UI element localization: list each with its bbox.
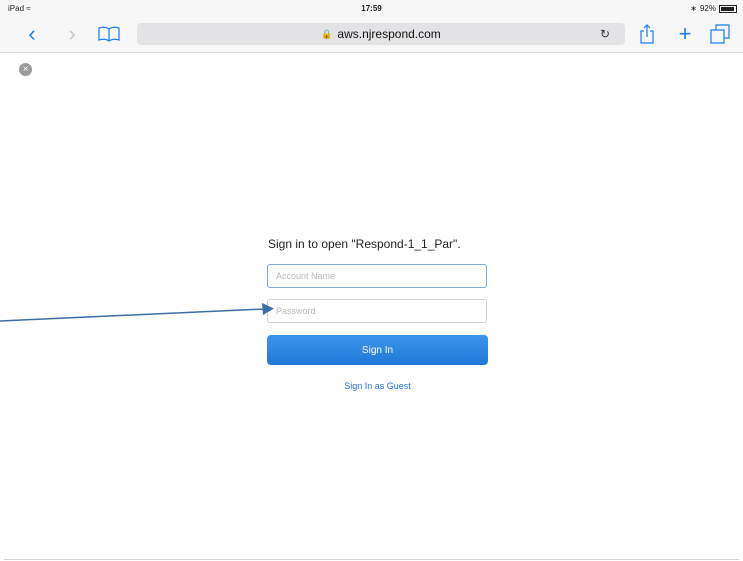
divider <box>4 559 739 560</box>
annotation-arrow <box>0 303 274 322</box>
